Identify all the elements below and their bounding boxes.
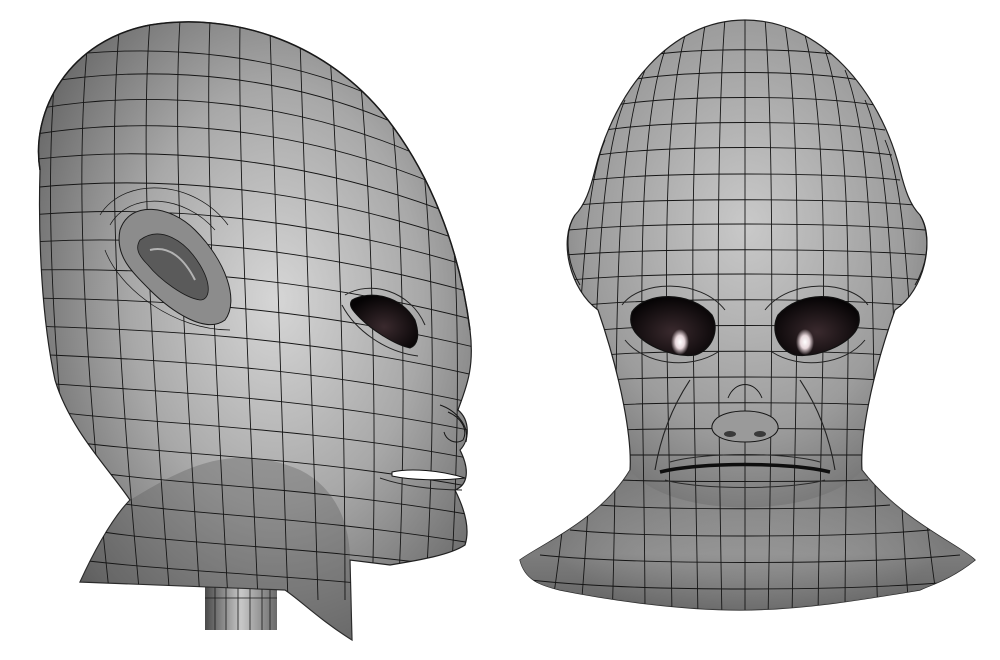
alien-head-render bbox=[0, 0, 1000, 660]
